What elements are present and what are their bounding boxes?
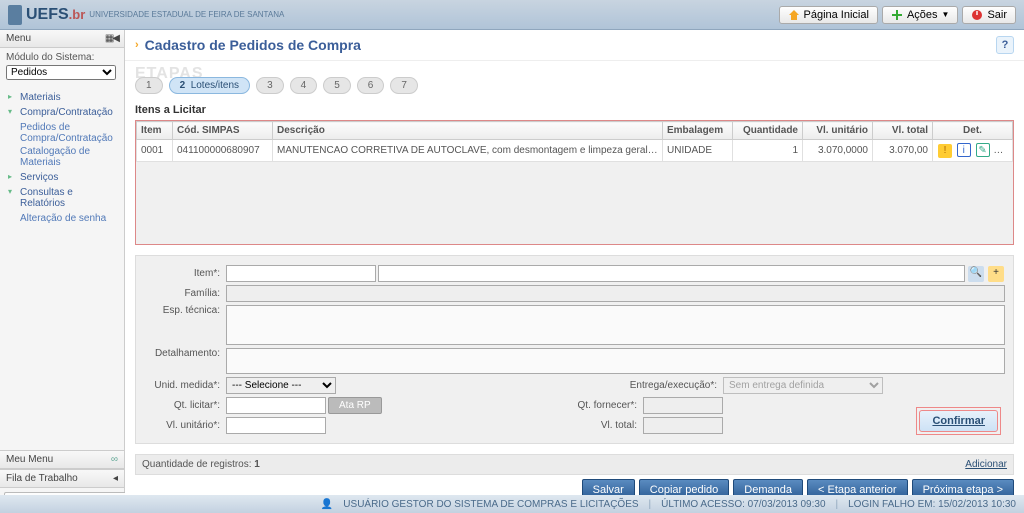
esp-label: Esp. técnica: bbox=[144, 305, 224, 316]
status-bar: 👤 USUÁRIO GESTOR DO SISTEMA DE COMPRAS E… bbox=[0, 495, 1024, 513]
warn-icon[interactable]: ! bbox=[938, 144, 952, 158]
col-qtd: Quantidade bbox=[733, 122, 803, 140]
section-title: Itens a Licitar bbox=[125, 96, 1024, 120]
module-select[interactable]: Pedidos bbox=[6, 65, 116, 80]
table-row[interactable]: 0001 041100000680907 MANUTENCAO CORRETIV… bbox=[137, 140, 1013, 162]
actions-button[interactable]: Ações ▼ bbox=[882, 6, 959, 24]
confirmar-button[interactable]: Confirmar bbox=[919, 410, 998, 432]
plus-icon bbox=[891, 9, 903, 21]
col-desc: Descrição bbox=[273, 122, 663, 140]
unid-label: Unid. medida*: bbox=[144, 380, 224, 391]
familia-label: Família: bbox=[144, 288, 224, 299]
col-vunit: Vl. unitário bbox=[803, 122, 873, 140]
entrega-select[interactable]: Sem entrega definida bbox=[723, 377, 883, 394]
grid-header-row: Item Cód. SIMPAS Descrição Embalagem Qua… bbox=[137, 122, 1013, 140]
adicionar-link[interactable]: Adicionar bbox=[965, 459, 1007, 470]
main-content: › Cadastro de Pedidos de Compra ? ETAPAS… bbox=[125, 30, 1024, 513]
col-emb: Embalagem bbox=[663, 122, 733, 140]
collapse-icon[interactable]: ▦◀ bbox=[105, 33, 118, 44]
info-icon[interactable]: i bbox=[957, 143, 971, 157]
nav-servicos[interactable]: Serviços bbox=[6, 170, 118, 185]
top-buttons: Página Inicial Ações ▼ Sair bbox=[779, 6, 1017, 24]
qt-fornecer-input[interactable] bbox=[643, 397, 723, 414]
familia-input[interactable] bbox=[226, 285, 1005, 302]
vl-total-input[interactable] bbox=[643, 417, 723, 434]
unid-medida-select[interactable]: --- Selecione --- bbox=[226, 377, 336, 394]
esp-tecnica-textarea[interactable] bbox=[226, 305, 1005, 345]
step-7[interactable]: 7 bbox=[390, 77, 418, 94]
home-icon bbox=[788, 9, 800, 21]
chevron-icon: ◂ bbox=[113, 473, 118, 484]
meu-menu-header[interactable]: Meu Menu ∞ bbox=[0, 450, 124, 469]
vl-total-label: Vl. total: bbox=[521, 420, 641, 431]
entrega-label: Entrega/execução*: bbox=[601, 380, 721, 391]
item-label: Item*: bbox=[144, 268, 224, 279]
item-code-input[interactable] bbox=[226, 265, 376, 282]
col-vtot: Vl. total bbox=[873, 122, 933, 140]
vl-unitario-input[interactable] bbox=[226, 417, 326, 434]
qt-fornecer-label: Qt. fornecer*: bbox=[521, 400, 641, 411]
breadcrumb: › Cadastro de Pedidos de Compra ? bbox=[125, 30, 1024, 61]
wizard-steps: ETAPAS 1 2 Lotes/itens 3 4 5 6 7 bbox=[125, 61, 1024, 96]
vl-unit-label: Vl. unitário*: bbox=[144, 420, 224, 431]
nav-catalogacao[interactable]: Catalogação de Materiais bbox=[6, 146, 118, 168]
breadcrumb-arrow-icon: › bbox=[135, 39, 139, 51]
help-button[interactable]: ? bbox=[996, 36, 1014, 54]
add-item-icon[interactable]: + bbox=[988, 266, 1004, 282]
nav-pedidos[interactable]: Pedidos de Compra/Contratação bbox=[6, 122, 118, 144]
qt-licitar-label: Qt. licitar*: bbox=[144, 400, 224, 411]
status-user: USUÁRIO GESTOR DO SISTEMA DE COMPRAS E L… bbox=[343, 499, 638, 510]
status-last: ÚLTIMO ACESSO: 07/03/2013 09:30 bbox=[661, 499, 825, 510]
lookup-icon[interactable]: 🔍 bbox=[968, 266, 984, 282]
ata-rp-button[interactable]: Ata RP bbox=[328, 397, 382, 414]
item-form: Item*: 🔍 + Família: Esp. técnica: Detalh… bbox=[135, 255, 1014, 444]
step-3[interactable]: 3 bbox=[256, 77, 284, 94]
home-button[interactable]: Página Inicial bbox=[779, 6, 878, 24]
det-label: Detalhamento: bbox=[144, 348, 224, 359]
exit-button[interactable]: Sair bbox=[962, 6, 1016, 24]
step-5[interactable]: 5 bbox=[323, 77, 351, 94]
status-fail: LOGIN FALHO EM: 15/02/2013 10:30 bbox=[848, 499, 1016, 510]
step-6[interactable]: 6 bbox=[357, 77, 385, 94]
nav-compra[interactable]: Compra/Contratação bbox=[6, 105, 118, 120]
chevron-down-icon: ▼ bbox=[942, 10, 950, 19]
qt-licitar-input[interactable] bbox=[226, 397, 326, 414]
brand-name: UEFS.br bbox=[26, 6, 85, 24]
nav-consultas[interactable]: Consultas e Relatórios bbox=[6, 185, 118, 211]
link-icon: ∞ bbox=[111, 454, 118, 465]
items-grid: Item Cód. SIMPAS Descrição Embalagem Qua… bbox=[135, 120, 1014, 245]
power-icon bbox=[971, 9, 983, 21]
fila-header[interactable]: Fila de Trabalho ◂ bbox=[0, 469, 124, 488]
col-det: Det. bbox=[933, 122, 1013, 140]
page-title: Cadastro de Pedidos de Compra bbox=[145, 37, 361, 53]
brand-subtitle: UNIVERSIDADE ESTADUAL DE FEIRA DE SANTAN… bbox=[89, 10, 284, 19]
delete-icon[interactable]: ✕ bbox=[994, 143, 1008, 157]
detalhamento-textarea[interactable] bbox=[226, 348, 1005, 374]
step-4[interactable]: 4 bbox=[290, 77, 318, 94]
registry-bar: Quantidade de registros: 1 Adicionar bbox=[135, 454, 1014, 475]
module-label: Módulo do Sistema: bbox=[0, 48, 124, 65]
top-banner: UEFS.br UNIVERSIDADE ESTADUAL DE FEIRA D… bbox=[0, 0, 1024, 30]
menu-header: Menu ▦◀ bbox=[0, 30, 124, 48]
nav-tree: Materiais Compra/Contratação Pedidos de … bbox=[0, 86, 124, 230]
nav-materiais[interactable]: Materiais bbox=[6, 90, 118, 105]
step-1[interactable]: 1 bbox=[135, 77, 163, 94]
sidebar: Menu ▦◀ Módulo do Sistema: Pedidos Mater… bbox=[0, 30, 125, 513]
brand-logo-icon bbox=[8, 5, 22, 25]
nav-alt-senha[interactable]: Alteração de senha bbox=[6, 213, 118, 224]
step-2[interactable]: 2 Lotes/itens bbox=[169, 77, 251, 94]
col-cod: Cód. SIMPAS bbox=[173, 122, 273, 140]
edit-icon[interactable]: ✎ bbox=[976, 143, 990, 157]
item-desc-input[interactable] bbox=[378, 265, 965, 282]
brand: UEFS.br UNIVERSIDADE ESTADUAL DE FEIRA D… bbox=[8, 5, 284, 25]
col-item: Item bbox=[137, 122, 173, 140]
status-user-icon: 👤 bbox=[321, 499, 333, 510]
